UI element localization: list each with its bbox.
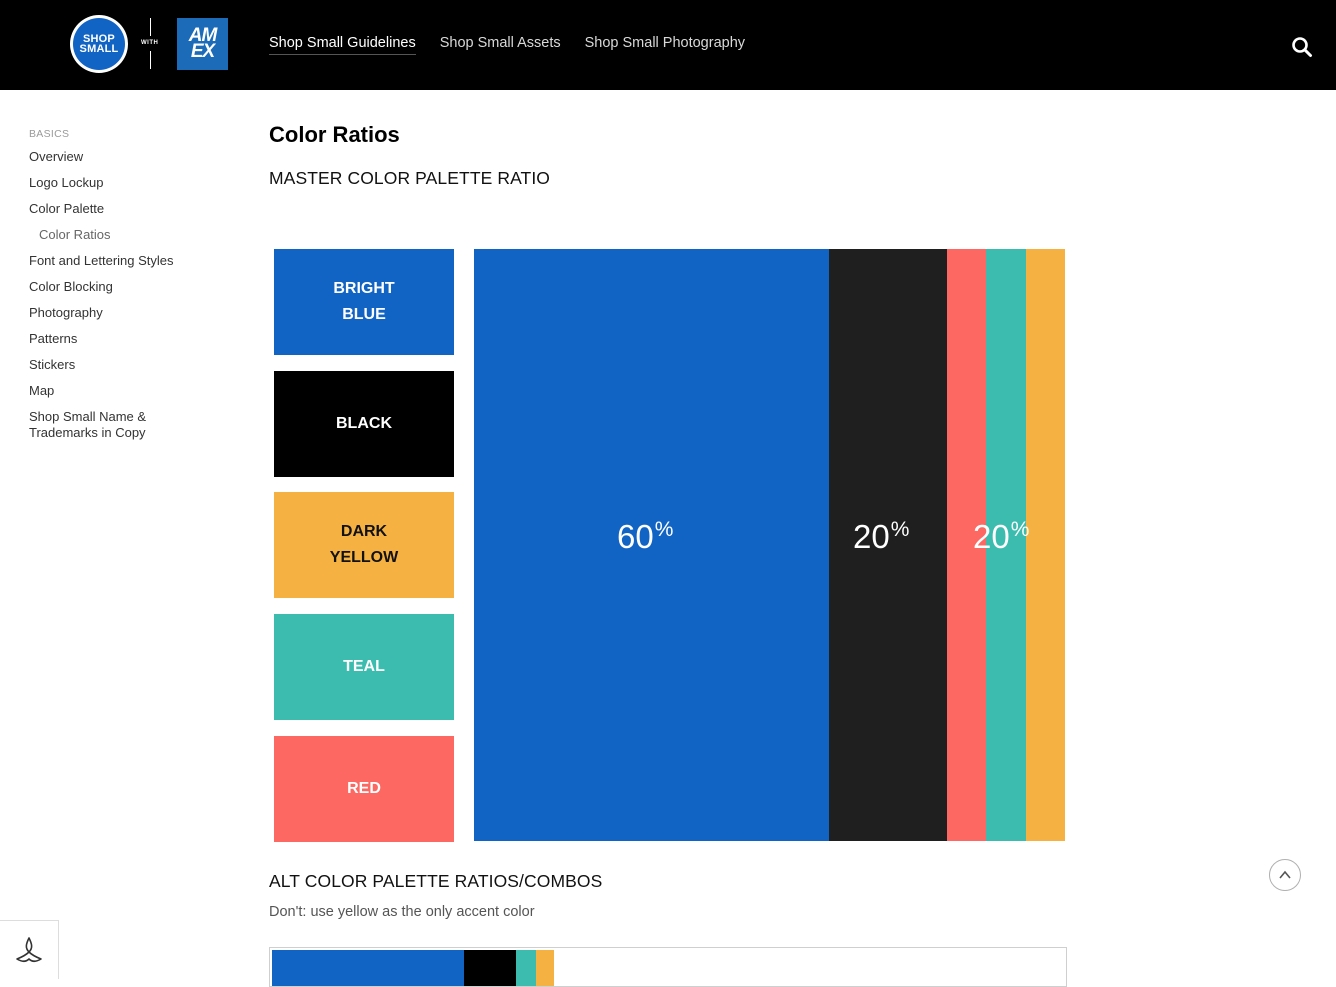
alt-palette-heading: ALT COLOR PALETTE RATIOS/COMBOS bbox=[269, 871, 603, 891]
ratio-label-60: 60% bbox=[617, 518, 673, 556]
main-nav: Shop Small Guidelines Shop Small Assets … bbox=[269, 35, 769, 55]
app-widget-button[interactable] bbox=[0, 920, 59, 979]
alt-segment-bright-blue bbox=[272, 950, 465, 986]
search-icon[interactable] bbox=[1291, 36, 1313, 58]
sidebar-item-stickers[interactable]: Stickers bbox=[29, 357, 229, 373]
ratio-label-20-accents: 20% bbox=[973, 518, 1029, 556]
sidebar-item-photography[interactable]: Photography bbox=[29, 305, 229, 321]
master-palette-heading: MASTER COLOR PALETTE RATIO bbox=[269, 168, 551, 188]
nav-shop-small-assets[interactable]: Shop Small Assets bbox=[440, 35, 561, 55]
sidebar-item-logo-lockup[interactable]: Logo Lockup bbox=[29, 175, 229, 191]
sidebar-item-color-palette[interactable]: Color Palette bbox=[29, 201, 229, 217]
top-navigation-bar: SHOP SMALL WITH AM EX Shop Small Guideli… bbox=[0, 0, 1336, 90]
alt-ratio-bar bbox=[269, 947, 1067, 987]
ratio-unit: % bbox=[1010, 518, 1030, 541]
chevron-up-icon bbox=[1279, 870, 1291, 879]
sidebar-item-patterns[interactable]: Patterns bbox=[29, 331, 229, 347]
swatch-dark-yellow: DARK YELLOW bbox=[274, 492, 454, 598]
back-to-top-button[interactable] bbox=[1269, 859, 1301, 891]
sidebar-item-overview[interactable]: Overview bbox=[29, 149, 229, 165]
ratio-unit: % bbox=[890, 518, 910, 541]
logo-divider bbox=[150, 51, 151, 69]
nav-shop-small-guidelines[interactable]: Shop Small Guidelines bbox=[269, 35, 416, 55]
sidebar-item-trademarks[interactable]: Shop Small Name & Trademarks in Copy bbox=[29, 409, 179, 441]
amex-logo[interactable]: AM EX bbox=[177, 18, 228, 70]
logo-divider bbox=[150, 18, 151, 36]
shop-small-logo[interactable]: SHOP SMALL bbox=[70, 15, 128, 73]
ratio-segment-dark-yellow bbox=[1025, 249, 1065, 841]
nav-shop-small-photography[interactable]: Shop Small Photography bbox=[585, 35, 745, 55]
sidebar-item-map[interactable]: Map bbox=[29, 383, 229, 399]
swatch-bright-blue: BRIGHT BLUE bbox=[274, 249, 454, 355]
page-title: Color Ratios bbox=[269, 122, 400, 147]
alt-segment-black bbox=[464, 950, 516, 986]
swatch-black: BLACK bbox=[274, 371, 454, 477]
alt-segment-teal bbox=[515, 950, 536, 986]
sidebar-item-font-lettering[interactable]: Font and Lettering Styles bbox=[29, 253, 229, 269]
ratio-value: 20 bbox=[973, 518, 1010, 555]
swatch-red: RED bbox=[274, 736, 454, 842]
sidebar: BASICS Overview Logo Lockup Color Palett… bbox=[29, 128, 229, 451]
alt-segment-dark-yellow bbox=[535, 950, 554, 986]
ratio-label-20-black: 20% bbox=[853, 518, 909, 556]
logo-text-small: SMALL bbox=[79, 43, 119, 55]
ratio-value: 60 bbox=[617, 518, 654, 555]
sidebar-item-color-blocking[interactable]: Color Blocking bbox=[29, 279, 229, 295]
widget-icon bbox=[16, 937, 42, 963]
sidebar-item-color-ratios[interactable]: Color Ratios bbox=[29, 227, 229, 243]
amex-logo-text-ex: EX bbox=[190, 41, 215, 62]
ratio-value: 20 bbox=[853, 518, 890, 555]
logo-with-text: WITH bbox=[141, 40, 159, 46]
swatch-teal: TEAL bbox=[274, 614, 454, 720]
alt-palette-note: Don't: use yellow as the only accent col… bbox=[269, 904, 535, 920]
sidebar-heading: BASICS bbox=[29, 128, 70, 140]
ratio-unit: % bbox=[654, 518, 674, 541]
